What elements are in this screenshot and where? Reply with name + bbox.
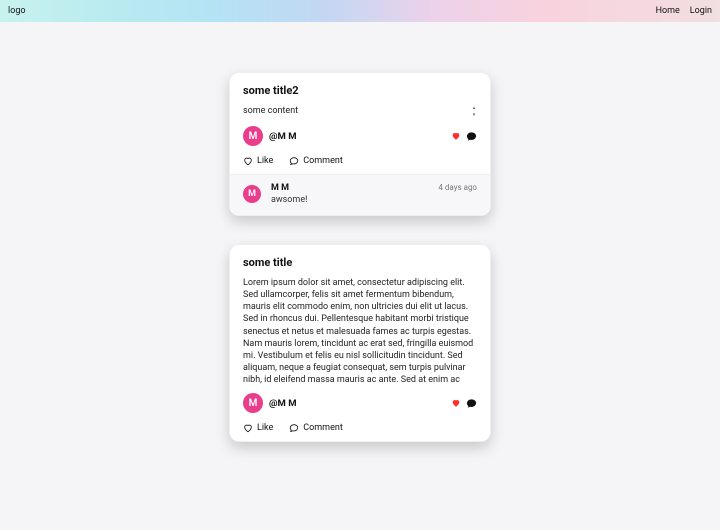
comment-button[interactable]: Comment <box>289 156 342 166</box>
nav-home[interactable]: Home <box>656 6 680 16</box>
nav: Home Login <box>656 6 712 16</box>
comment-block: M M M awsome! 4 days ago <box>230 174 490 215</box>
comment-outline-icon <box>289 423 299 433</box>
comment-outline-icon <box>289 156 299 166</box>
heart-outline-icon <box>243 156 253 166</box>
avatar[interactable]: M <box>243 126 263 146</box>
post-card: some title Lorem ipsum dolor sit amet, c… <box>229 244 491 442</box>
comment-time: 4 days ago <box>438 183 477 205</box>
post-content: some content <box>243 105 465 117</box>
heart-icon[interactable] <box>451 398 461 408</box>
comment-button[interactable]: Comment <box>289 423 342 433</box>
avatar[interactable]: M <box>243 185 261 203</box>
comment-icon[interactable] <box>466 131 477 142</box>
scroll-indicator: ▴▾ <box>471 105 477 118</box>
post-content[interactable]: Lorem ipsum dolor sit amet, consectetur … <box>243 277 477 385</box>
comment-body: awsome! <box>271 195 307 205</box>
like-button[interactable]: Like <box>243 156 273 166</box>
post-card: some title2 some content ▴▾ M @M M <box>229 72 491 216</box>
post-title: some title2 <box>243 84 477 97</box>
like-button[interactable]: Like <box>243 423 273 433</box>
avatar[interactable]: M <box>243 393 263 413</box>
author-handle[interactable]: @M M <box>269 131 297 142</box>
comment-author: M M <box>271 183 307 193</box>
logo-text[interactable]: logo <box>8 6 26 16</box>
comment-icon[interactable] <box>466 398 477 409</box>
app-header: logo Home Login <box>0 0 720 22</box>
heart-icon[interactable] <box>451 131 461 141</box>
heart-outline-icon <box>243 423 253 433</box>
feed: some title2 some content ▴▾ M @M M <box>0 22 720 452</box>
nav-login[interactable]: Login <box>690 6 712 16</box>
post-title: some title <box>243 256 477 269</box>
author-handle[interactable]: @M M <box>269 398 297 409</box>
